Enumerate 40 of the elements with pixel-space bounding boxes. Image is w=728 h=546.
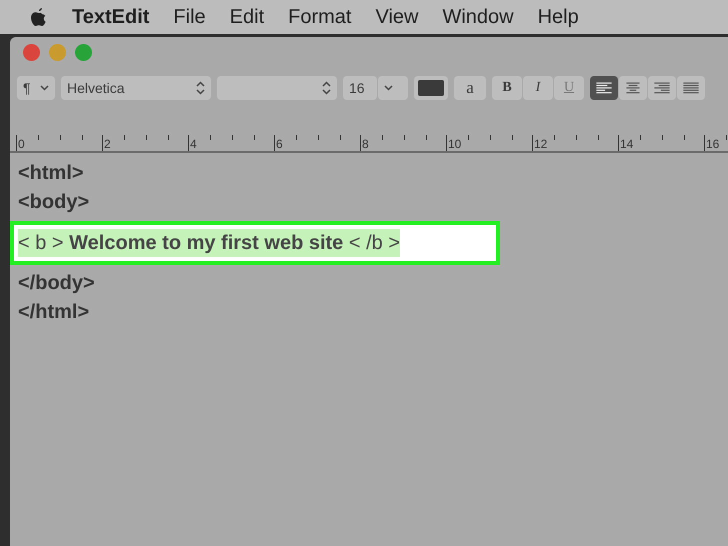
app-menu[interactable]: TextEdit [72, 6, 150, 28]
ruler-label: 12 [533, 137, 548, 151]
ruler-label: 14 [619, 137, 634, 151]
align-right-icon [654, 82, 670, 94]
ruler-label: 10 [447, 137, 462, 151]
text-style-button[interactable]: a [454, 76, 486, 100]
menu-item[interactable]: View [375, 6, 418, 28]
stepper-icon [196, 81, 205, 95]
align-center-icon [625, 82, 641, 94]
code-line: </body> [18, 271, 96, 296]
alignment-button[interactable] [619, 76, 647, 100]
menu-item[interactable]: File [173, 6, 206, 28]
paragraph-dropdown[interactable]: ¶ [17, 76, 55, 100]
color-swatch-icon [418, 80, 444, 96]
font-size-field[interactable]: 16 [343, 76, 377, 100]
bold-button[interactable]: B [492, 76, 522, 100]
menu-item[interactable]: Edit [230, 6, 264, 28]
justify-icon [683, 82, 699, 94]
code-line: <body> [18, 190, 90, 215]
ruler-label: 6 [275, 137, 283, 151]
code-line: <html> [18, 161, 85, 186]
align-left-icon [596, 82, 612, 94]
menu-item[interactable]: Window [442, 6, 514, 28]
alignment-button[interactable] [648, 76, 676, 100]
text-color-button[interactable] [414, 76, 448, 100]
menu-item[interactable]: Help [538, 6, 579, 28]
apple-icon[interactable] [30, 7, 48, 27]
italic-button[interactable]: I [523, 76, 553, 100]
code-line: </html> [18, 300, 90, 325]
menu-item[interactable]: Format [288, 6, 352, 28]
ruler-label: 8 [361, 137, 369, 151]
font-family-dropdown[interactable]: Helvetica [61, 76, 211, 100]
ruler-label: 4 [189, 137, 197, 151]
ruler-label: 0 [17, 137, 25, 151]
ruler-label: 16 [705, 137, 720, 151]
stepper-icon [322, 81, 331, 95]
alignment-button[interactable] [677, 76, 705, 100]
alignment-button[interactable] [590, 76, 618, 100]
font-size-dropdown[interactable] [378, 76, 408, 100]
ruler-label: 2 [103, 137, 111, 151]
